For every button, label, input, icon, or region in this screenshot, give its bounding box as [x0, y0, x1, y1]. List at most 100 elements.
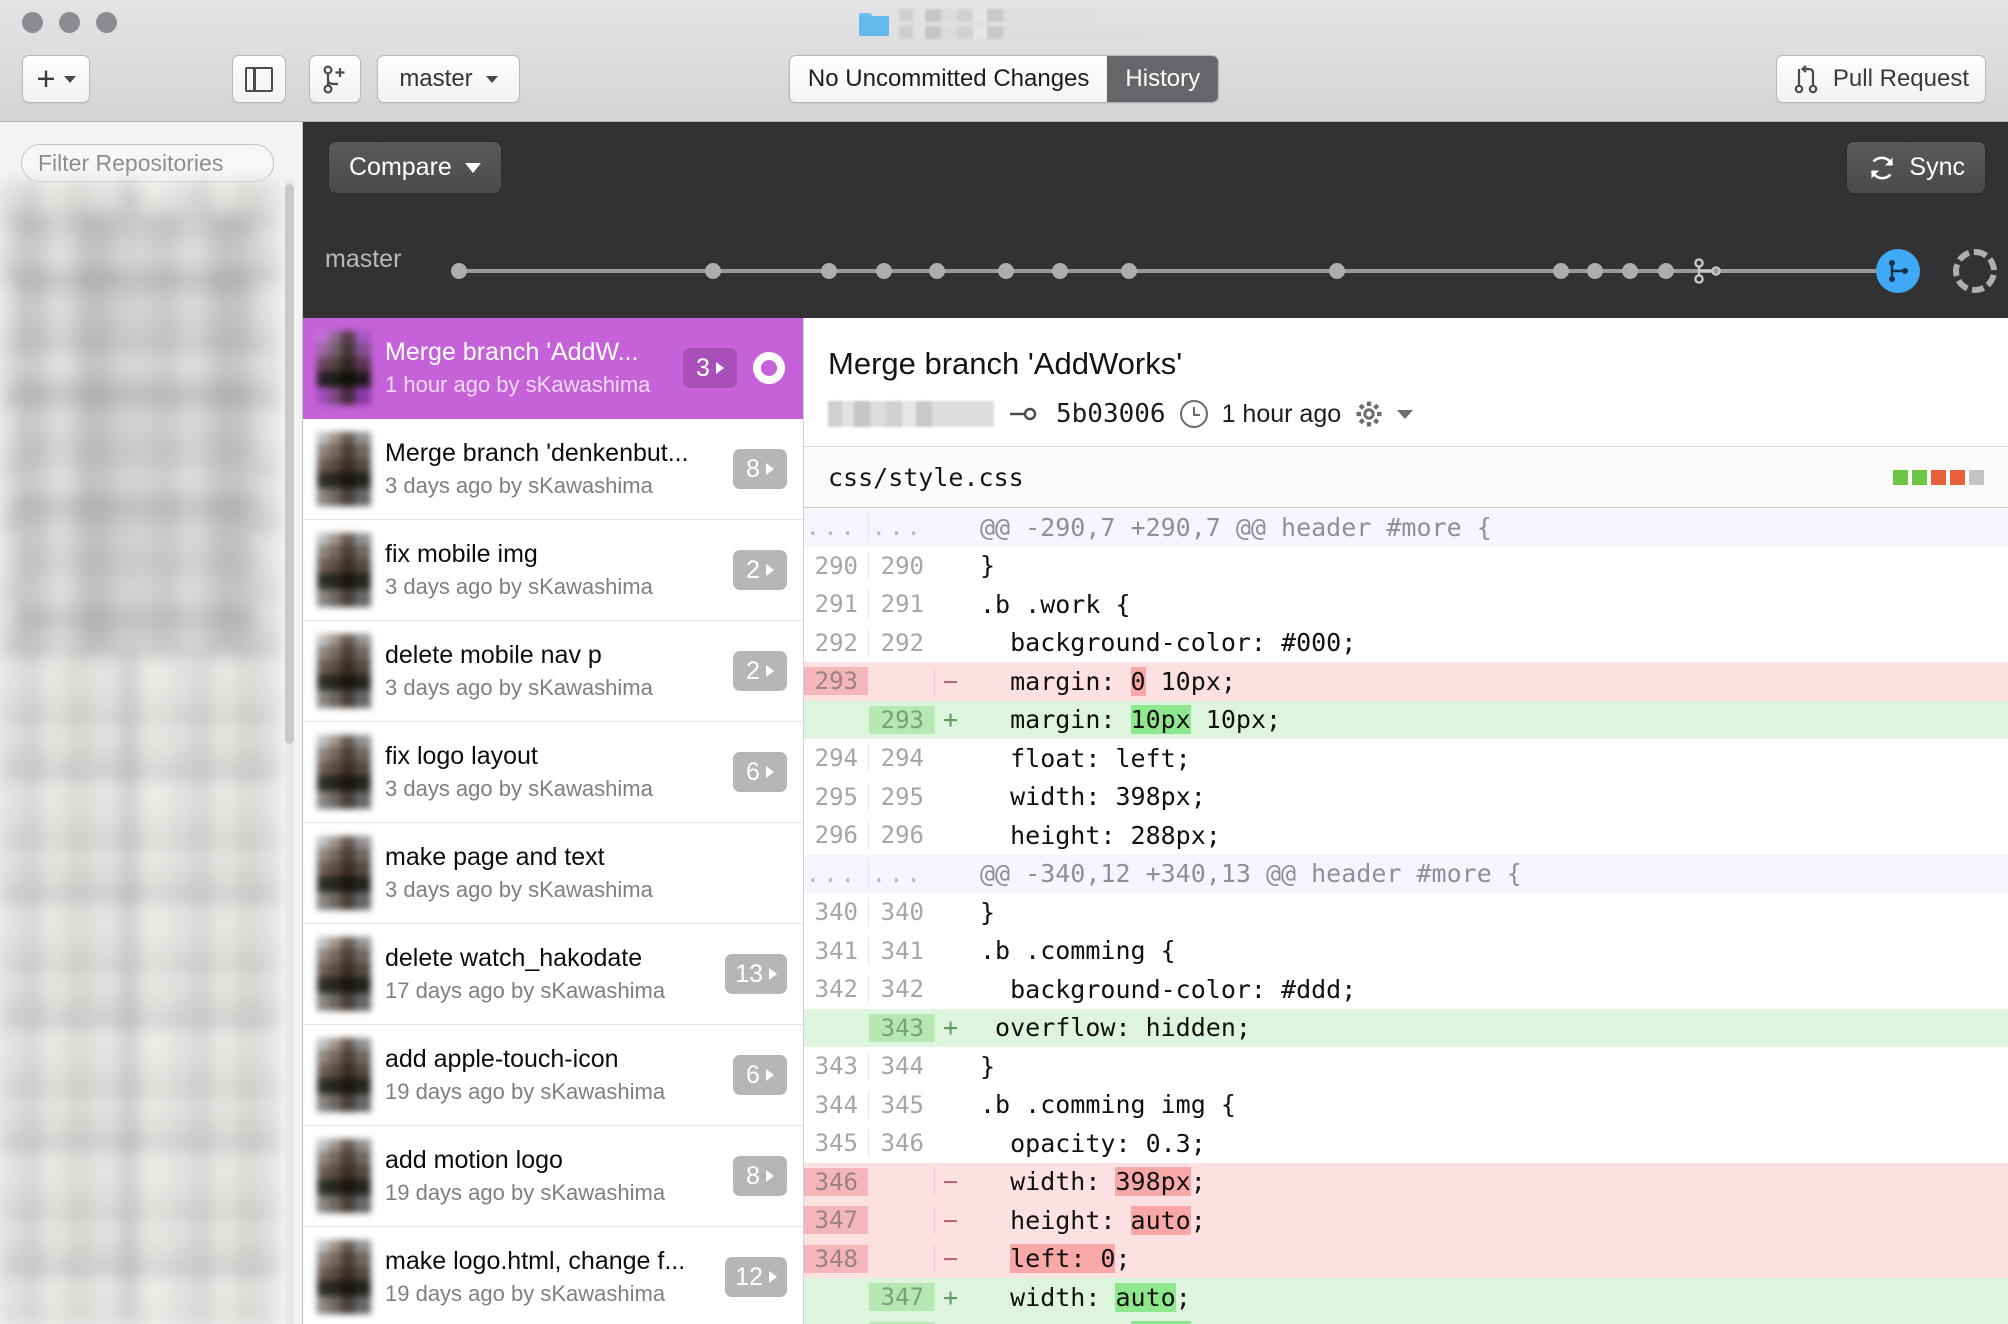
commit-list-item[interactable]: make logo.html, change f... 19 days ago b…: [303, 1227, 803, 1324]
diff-body[interactable]: ...... @@ -290,7 +290,7 @@ header #more {…: [804, 508, 2008, 1324]
diff-new-line-number: 345: [868, 1090, 934, 1119]
diff-line-code: opacity: 0.3;: [980, 1128, 1206, 1158]
diff-line-code: .b .work {: [980, 589, 1131, 619]
filter-repositories-input[interactable]: Filter Repositories: [21, 144, 274, 182]
compare-button[interactable]: Compare: [328, 141, 502, 194]
tab-history[interactable]: History: [1107, 56, 1219, 102]
diff-line-ctx[interactable]: 343 344}: [804, 1047, 2008, 1086]
diff-line-del[interactable]: 293 − margin: 0 10px;: [804, 662, 2008, 701]
commit-file-count-badge[interactable]: 2: [733, 550, 787, 590]
graph-commit-node[interactable]: [1051, 263, 1068, 279]
branch-selector-button[interactable]: master: [377, 55, 520, 103]
commit-meta: 3 days ago by sKawashima: [385, 877, 653, 902]
commit-list-item[interactable]: make page and text 3 days ago by sKawashi…: [303, 823, 803, 924]
avatar: [317, 634, 371, 708]
graph-commit-node[interactable]: [705, 263, 722, 279]
chevron-down-icon[interactable]: [1397, 409, 1414, 419]
graph-head-node[interactable]: [1876, 249, 1921, 293]
diff-line-hunk[interactable]: ...... @@ -340,12 +340,13 @@ header #more…: [804, 854, 2008, 893]
toggle-sidebar-button[interactable]: [232, 55, 286, 103]
commit-list-item[interactable]: fix mobile img 3 days ago by sKawashima 2: [303, 520, 803, 621]
commit-file-count-badge[interactable]: 8: [733, 1156, 787, 1196]
diff-line-sign: +: [934, 1013, 966, 1043]
diff-line-add[interactable]: 347 + width: auto;: [804, 1278, 2008, 1317]
gear-icon[interactable]: [1355, 400, 1383, 428]
commit-file-count-badge[interactable]: 6: [733, 752, 787, 792]
commit-list-item[interactable]: delete mobile nav p 3 days ago by sKawash…: [303, 621, 803, 722]
diff-new-line-number: ...: [868, 513, 934, 542]
graph-commit-node[interactable]: [820, 263, 837, 279]
diff-line-hunk[interactable]: ...... @@ -290,7 +290,7 @@ header #more {: [804, 508, 2008, 547]
diff-old-line-number: 291: [814, 590, 858, 619]
commit-sha[interactable]: 5b03006: [1056, 399, 1166, 429]
graph-commit-node[interactable]: [1121, 263, 1138, 279]
diff-line-add[interactable]: 293 + margin: 10px 10px;: [804, 700, 2008, 739]
diff-line-ctx[interactable]: 295 295 width: 398px;: [804, 778, 2008, 817]
graph-commit-node[interactable]: [928, 263, 945, 279]
commit-list[interactable]: Merge branch 'AddW... 1 hour ago by sKawa…: [303, 318, 804, 1324]
diff-line-ctx[interactable]: 344 345 .b .comming img {: [804, 1086, 2008, 1125]
repository-list-scrollbar-thumb[interactable]: [285, 184, 294, 744]
commit-file-count-badge[interactable]: 12: [725, 1257, 787, 1297]
pull-request-button[interactable]: Pull Request: [1775, 55, 1986, 103]
chevron-right-icon: [765, 564, 774, 576]
commit-file-count-badge[interactable]: 3: [683, 348, 737, 388]
sync-label: Sync: [1909, 153, 1965, 181]
diff-line-del[interactable]: 347 − height: auto;: [804, 1201, 2008, 1240]
commit-time: 1 hour ago: [1221, 399, 1342, 428]
diff-line-ctx[interactable]: 341 341 .b .comming {: [804, 932, 2008, 971]
commit-list-item[interactable]: delete watch_hakodate 17 days ago by sKaw…: [303, 924, 803, 1025]
diff-line-ctx[interactable]: 342 342 background-color: #ddd;: [804, 970, 2008, 1009]
commit-list-item[interactable]: add apple-touch-icon 19 days ago by sKawa…: [303, 1025, 803, 1126]
sync-button[interactable]: Sync: [1846, 141, 1986, 194]
commit-message: delete mobile nav p: [385, 641, 602, 669]
commit-list-item[interactable]: add motion logo 19 days ago by sKawashima…: [303, 1126, 803, 1227]
diff-new-line-number: 346: [868, 1129, 934, 1158]
diff-change-block: [1969, 469, 1984, 485]
diff-line-ctx[interactable]: 345 346 opacity: 0.3;: [804, 1124, 2008, 1163]
commit-list-item[interactable]: Merge branch 'denkenbut... 3 days ago by …: [303, 419, 803, 520]
diff-line-del[interactable]: 348 − left: 0;: [804, 1239, 2008, 1278]
graph-commit-node[interactable]: [1586, 263, 1603, 279]
commit-file-count-badge[interactable]: 2: [733, 651, 787, 691]
diff-line-add[interactable]: 343 + overflow: hidden;: [804, 1008, 2008, 1047]
diff-line-ctx[interactable]: 296 296 height: 288px;: [804, 816, 2008, 855]
tab-uncommitted-changes[interactable]: No Uncommitted Changes: [789, 56, 1108, 102]
commit-list-item[interactable]: Merge branch 'AddW... 1 hour ago by sKawa…: [303, 318, 803, 419]
diff-line-ctx[interactable]: 291 291 .b .work {: [804, 585, 2008, 624]
folder-icon: [859, 12, 889, 36]
commit-list-item[interactable]: fix logo layout 3 days ago by sKawashima 6: [303, 722, 803, 823]
diff-line-code: float: left;: [980, 743, 1191, 773]
diff-old-line-number: 345: [814, 1129, 858, 1158]
diff-line-ctx[interactable]: 294 294 float: left;: [804, 739, 2008, 778]
graph-commit-node[interactable]: [876, 263, 893, 279]
diff-line-code: height: auto;: [980, 1205, 1206, 1235]
toolbar: + master No Uncommitted Changes History …: [0, 48, 2008, 110]
diff-word-highlight: auto: [1130, 1205, 1191, 1235]
pull-request-label: Pull Request: [1832, 65, 1969, 92]
diff-new-line-number: 292: [868, 628, 934, 657]
graph-commit-node[interactable]: [1657, 263, 1674, 279]
diff-line-ctx[interactable]: 292 292 background-color: #000;: [804, 624, 2008, 663]
graph-commit-node[interactable]: [1329, 263, 1346, 279]
diff-new-line-number: 294: [868, 744, 934, 773]
commit-author-redacted: [828, 401, 994, 427]
new-branch-button[interactable]: [309, 55, 361, 103]
diff-line-ctx[interactable]: 290 290}: [804, 547, 2008, 586]
commit-file-count-badge[interactable]: 8: [733, 449, 787, 489]
diff-line-del[interactable]: 346 − width: 398px;: [804, 1162, 2008, 1201]
commit-file-count-badge[interactable]: 13: [725, 954, 787, 994]
commit-file-count-badge[interactable]: 6: [733, 1055, 787, 1095]
graph-merge-node[interactable]: [1692, 256, 1722, 286]
commit-file-count: 3: [696, 353, 710, 382]
graph-commit-node[interactable]: [998, 263, 1015, 279]
graph-commit-node[interactable]: [1552, 263, 1569, 279]
graph-commit-node[interactable]: [1622, 263, 1639, 279]
repository-name-redacted: [899, 9, 1149, 39]
diff-line-ctx[interactable]: 340 340}: [804, 893, 2008, 932]
diff-file-header[interactable]: css/style.css: [804, 446, 2008, 508]
graph-commit-node[interactable]: [451, 263, 467, 279]
add-repository-button[interactable]: +: [22, 55, 90, 103]
diff-line-code: left: 0;: [1010, 1244, 1131, 1274]
diff-line-add[interactable]: 348+ height: 100%;: [804, 1316, 2008, 1324]
